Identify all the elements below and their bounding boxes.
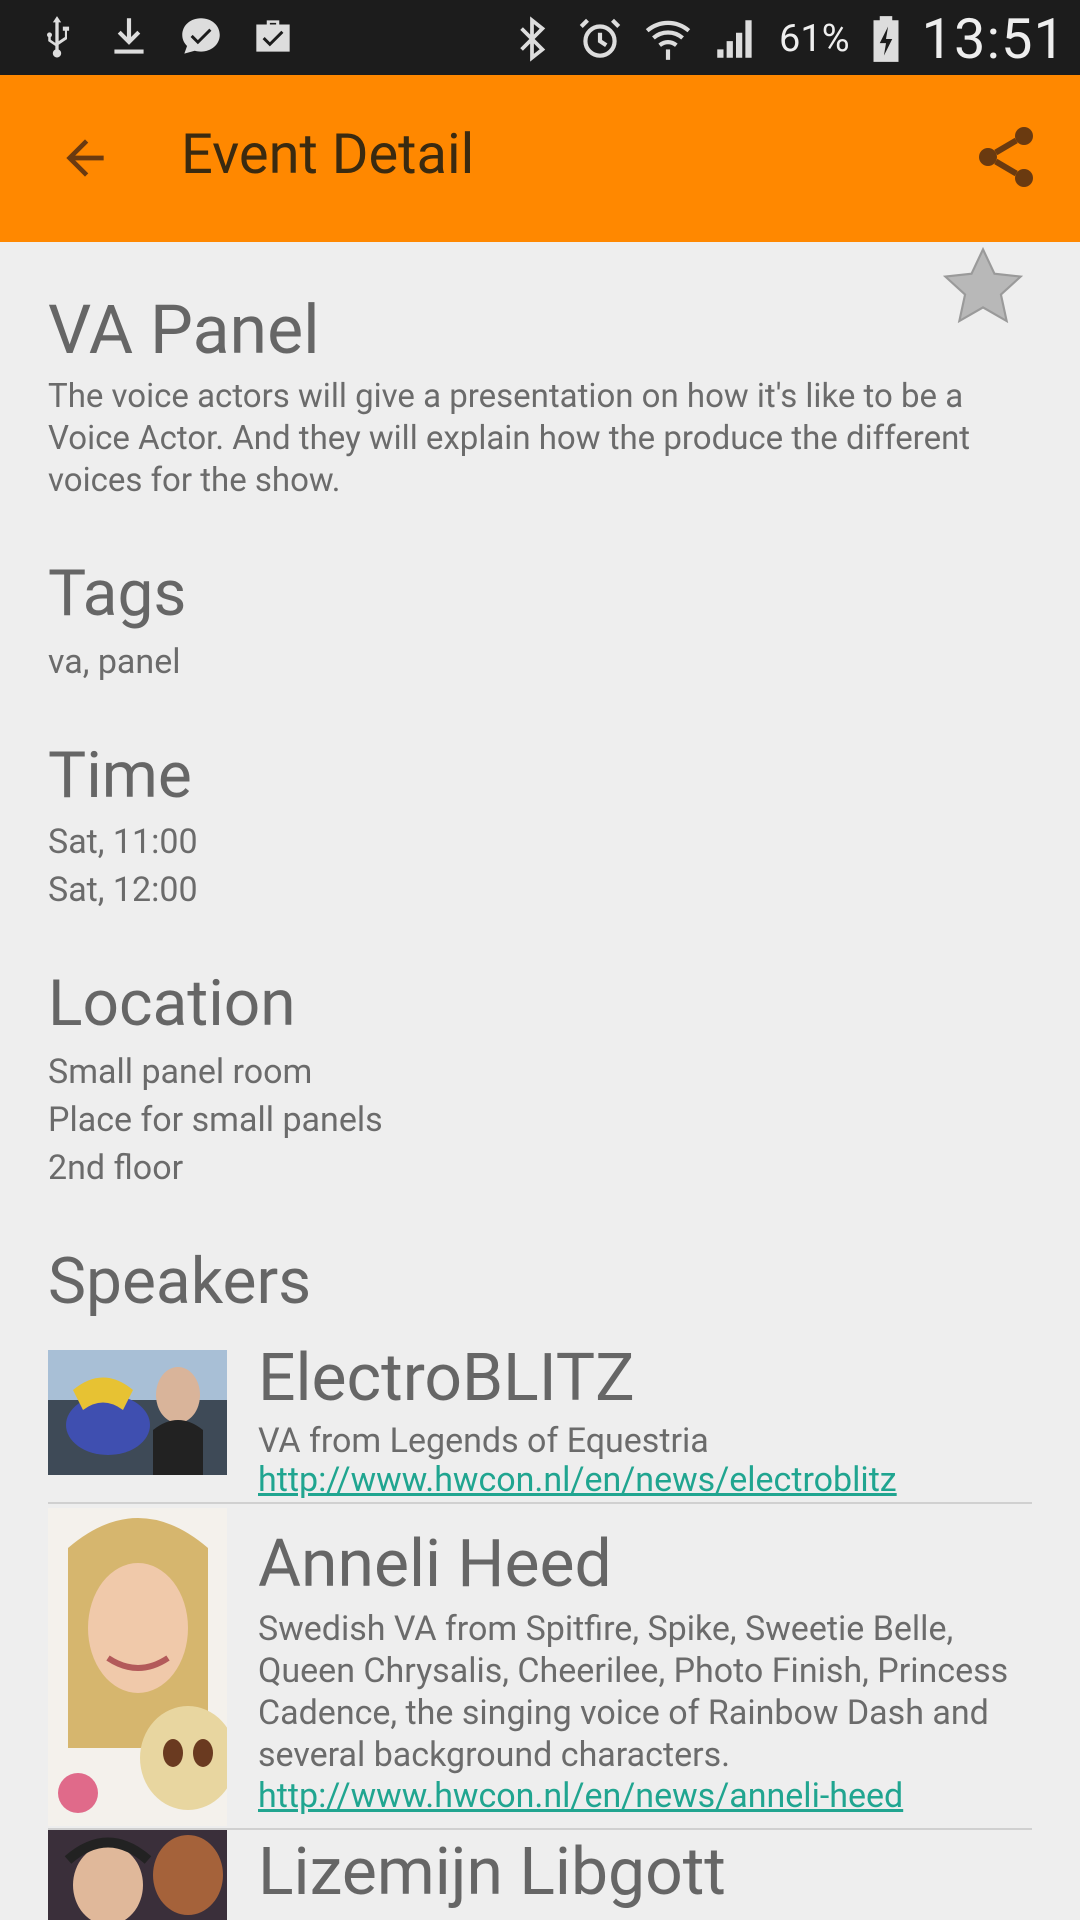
speaker-bio: VA from Legends of Equestria: [258, 1421, 709, 1461]
speaker-name: Anneli Heed: [258, 1526, 612, 1603]
speakers-heading: Speakers: [48, 1244, 312, 1319]
page-title: Event Detail: [181, 121, 475, 187]
briefcase-check-icon: [256, 20, 290, 52]
speaker-link[interactable]: http://www.hwcon.nl/en/news/electroblitz: [258, 1460, 897, 1500]
battery-percentage: 61%: [779, 17, 850, 61]
wifi-icon: [645, 20, 691, 60]
divider: [48, 1502, 1032, 1504]
speaker-item[interactable]: Anneli Heed Swedish VA from Spitfire, Sp…: [48, 1508, 1032, 1826]
speaker-item[interactable]: ElectroBLITZ VA from Legends of Equestri…: [48, 1340, 1032, 1500]
speaker-name: Lizemijn Libgott: [258, 1834, 726, 1911]
download-icon: [114, 18, 144, 54]
back-button[interactable]: [42, 115, 128, 201]
arrow-back-icon: [66, 139, 104, 177]
signal-icon: [717, 20, 752, 58]
location-description: Place for small panels: [48, 1100, 383, 1140]
tags-value: va, panel: [48, 642, 181, 682]
time-end: Sat, 12:00: [48, 870, 198, 910]
speaker-item[interactable]: Lizemijn Libgott: [48, 1830, 1032, 1920]
location-name: Small panel room: [48, 1052, 313, 1092]
notification-icons: [32, 12, 298, 62]
app-bar: Event Detail: [0, 75, 1080, 242]
status-clock: 13:51: [921, 6, 1066, 72]
share-icon: [979, 127, 1033, 187]
speaker-bio: Swedish VA from Spitfire, Spike, Sweetie…: [258, 1609, 1009, 1775]
event-title: VA Panel: [48, 290, 320, 370]
chat-icon: [182, 18, 220, 54]
time-start: Sat, 11:00: [48, 822, 198, 862]
share-button[interactable]: [962, 113, 1050, 201]
speaker-avatar: [48, 1508, 227, 1826]
event-description: The voice actors will give a presentatio…: [48, 377, 971, 500]
status-bar: 61% 13:51: [0, 0, 1080, 75]
alarm-icon: [579, 18, 621, 58]
speaker-link[interactable]: http://www.hwcon.nl/en/news/anneli-heed: [258, 1776, 903, 1816]
location-heading: Location: [48, 966, 296, 1041]
usb-icon: [47, 16, 70, 58]
system-icons: 61% 13:51: [507, 6, 1066, 72]
tags-heading: Tags: [48, 556, 187, 631]
time-heading: Time: [48, 738, 192, 813]
speaker-avatar: [48, 1830, 227, 1920]
location-floor: 2nd floor: [48, 1148, 184, 1188]
battery-charging-icon: [873, 16, 899, 62]
star-icon: [942, 246, 1024, 324]
favorite-star-button[interactable]: [940, 244, 1026, 330]
bluetooth-icon: [520, 16, 546, 62]
speaker-name: ElectroBLITZ: [258, 1340, 635, 1417]
speaker-avatar: [48, 1350, 227, 1475]
